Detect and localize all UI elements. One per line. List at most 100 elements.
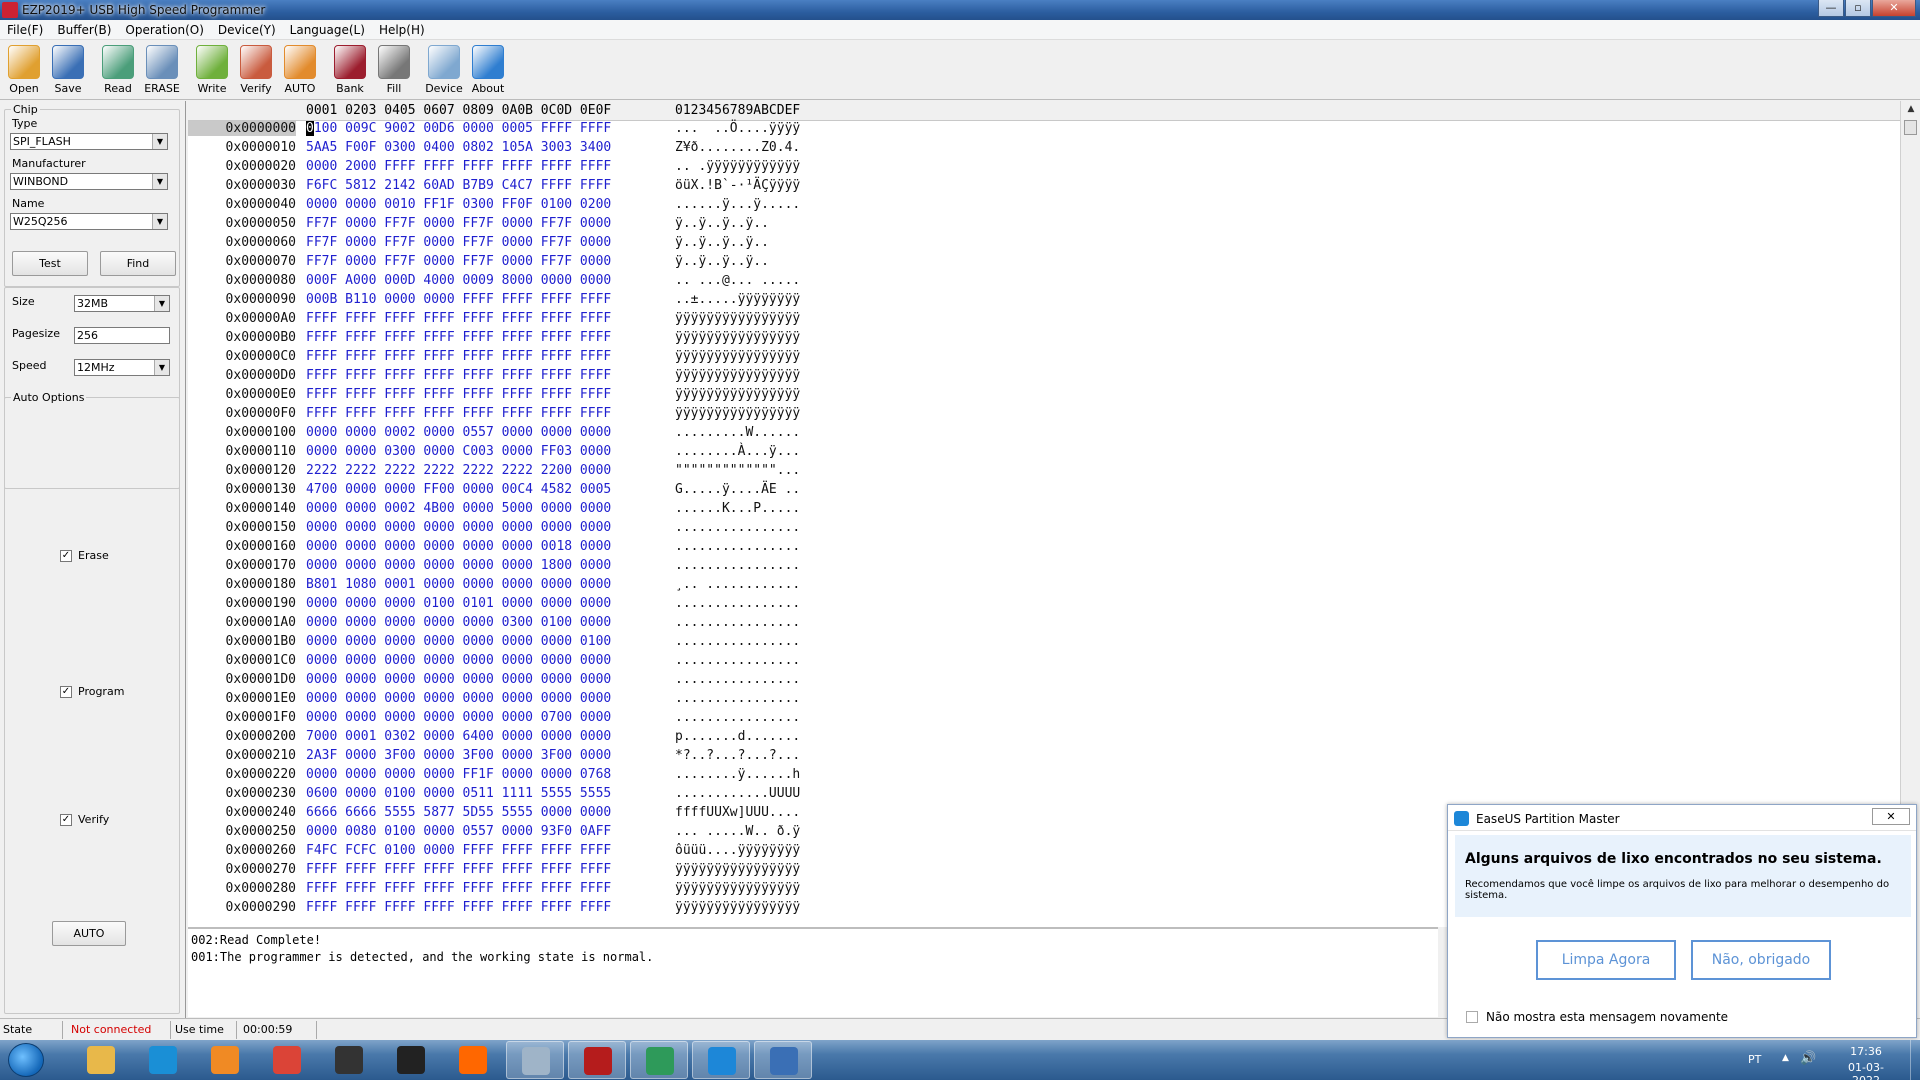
no-thanks-button[interactable]: Não, obrigado: [1691, 940, 1831, 980]
hex-row[interactable]: 0x0000110 0000 0000 0300 0000 C003 0000 F…: [188, 444, 1900, 463]
row-ascii[interactable]: ¸.. ............: [675, 577, 800, 592]
hex-row[interactable]: 0x0000140 0000 0000 0002 4B00 0000 5000 0…: [188, 501, 1900, 520]
row-ascii[interactable]: öüX.!B`-·¹ÄÇÿÿÿÿ: [675, 178, 800, 193]
row-ascii[interactable]: .........W......: [675, 425, 800, 440]
row-hex-bytes[interactable]: 2A3F 0000 3F00 0000 3F00 0000 3F00 0000: [306, 748, 611, 763]
hex-row[interactable]: 0x00001C0 0000 0000 0000 0000 0000 0000 0…: [188, 653, 1900, 672]
row-ascii[interactable]: .. .ÿÿÿÿÿÿÿÿÿÿÿÿ: [675, 159, 800, 174]
taskbar-app[interactable]: [258, 1041, 316, 1079]
maximize-button[interactable]: ▫: [1845, 0, 1871, 17]
hex-row[interactable]: 0x0000190 0000 0000 0000 0100 0101 0000 0…: [188, 596, 1900, 615]
hex-row[interactable]: 0x0000080 000F A000 000D 4000 0009 8000 0…: [188, 273, 1900, 292]
row-ascii[interactable]: ................: [675, 672, 800, 687]
menu-operation[interactable]: Operation(O): [118, 20, 211, 39]
hex-row[interactable]: 0x0000040 0000 0000 0010 FF1F 0300 FF0F 0…: [188, 197, 1900, 216]
taskbar-app[interactable]: [72, 1041, 130, 1079]
row-ascii[interactable]: ... ..Ö....ÿÿÿÿ: [675, 121, 800, 136]
row-ascii[interactable]: ÿÿÿÿÿÿÿÿÿÿÿÿÿÿÿÿ: [675, 881, 800, 896]
hex-row[interactable]: 0x0000120 2222 2222 2222 2222 2222 2222 2…: [188, 463, 1900, 482]
hex-row[interactable]: 0x0000090 000B B110 0000 0000 FFFF FFFF F…: [188, 292, 1900, 311]
row-hex-bytes[interactable]: 0000 0080 0100 0000 0557 0000 93F0 0AFF: [306, 824, 611, 839]
hex-row[interactable]: 0x0000030 F6FC 5812 2142 60AD B7B9 C4C7 F…: [188, 178, 1900, 197]
auto-button[interactable]: AUTO: [52, 921, 126, 946]
hex-row[interactable]: 0x0000050 FF7F 0000 FF7F 0000 FF7F 0000 F…: [188, 216, 1900, 235]
hex-row[interactable]: 0x0000160 0000 0000 0000 0000 0000 0000 0…: [188, 539, 1900, 558]
row-hex-bytes[interactable]: 000F A000 000D 4000 0009 8000 0000 0000: [306, 273, 611, 288]
hex-row[interactable]: 0x0000100 0000 0000 0002 0000 0557 0000 0…: [188, 425, 1900, 444]
row-ascii[interactable]: """""""""""""...: [675, 463, 800, 478]
row-hex-bytes[interactable]: B801 1080 0001 0000 0000 0000 0000 0000: [306, 577, 611, 592]
scroll-thumb[interactable]: [1904, 120, 1917, 135]
row-ascii[interactable]: p.......d.......: [675, 729, 800, 744]
toolbar-device-button[interactable]: Device: [422, 42, 466, 99]
row-hex-bytes[interactable]: 0000 0000 0000 0000 FF1F 0000 0000 0768: [306, 767, 611, 782]
minimize-button[interactable]: —: [1818, 0, 1844, 17]
language-indicator[interactable]: PT: [1748, 1053, 1761, 1080]
size-select[interactable]: 32MB ▼: [74, 295, 170, 312]
hex-row[interactable]: 0x0000200 7000 0001 0302 0000 6400 0000 0…: [188, 729, 1900, 748]
start-button[interactable]: [8, 1043, 44, 1077]
row-ascii[interactable]: Z¥ð........Z0.4.: [675, 140, 800, 155]
row-hex-bytes[interactable]: F4FC FCFC 0100 0000 FFFF FFFF FFFF FFFF: [306, 843, 611, 858]
row-hex-bytes[interactable]: 6666 6666 5555 5877 5D55 5555 0000 0000: [306, 805, 611, 820]
row-hex-bytes[interactable]: 0000 2000 FFFF FFFF FFFF FFFF FFFF FFFF: [306, 159, 611, 174]
hex-row[interactable]: 0x0000060 FF7F 0000 FF7F 0000 FF7F 0000 F…: [188, 235, 1900, 254]
menu-device[interactable]: Device(Y): [211, 20, 283, 39]
row-hex-bytes[interactable]: 0000 0000 0000 0100 0101 0000 0000 0000: [306, 596, 611, 611]
hex-row[interactable]: 0x0000150 0000 0000 0000 0000 0000 0000 0…: [188, 520, 1900, 539]
row-hex-bytes[interactable]: 0000 0000 0002 0000 0557 0000 0000 0000: [306, 425, 611, 440]
row-hex-bytes[interactable]: 2222 2222 2222 2222 2222 2222 2200 0000: [306, 463, 611, 478]
test-button[interactable]: Test: [12, 251, 88, 276]
row-ascii[interactable]: ÿ..ÿ..ÿ..ÿ..: [675, 235, 769, 250]
row-hex-bytes[interactable]: FFFF FFFF FFFF FFFF FFFF FFFF FFFF FFFF: [306, 311, 611, 326]
close-button[interactable]: ✕: [1872, 0, 1916, 17]
row-ascii[interactable]: ffffUUXw]UUU....: [675, 805, 800, 820]
row-ascii[interactable]: G.....ÿ....ÄE ..: [675, 482, 800, 497]
menu-help[interactable]: Help(H): [372, 20, 432, 39]
row-ascii[interactable]: ................: [675, 634, 800, 649]
row-ascii[interactable]: ÿ..ÿ..ÿ..ÿ..: [675, 216, 769, 231]
row-hex-bytes[interactable]: FFFF FFFF FFFF FFFF FFFF FFFF FFFF FFFF: [306, 330, 611, 345]
row-hex-bytes[interactable]: FF7F 0000 FF7F 0000 FF7F 0000 FF7F 0000: [306, 235, 611, 250]
row-ascii[interactable]: ................: [675, 558, 800, 573]
row-ascii[interactable]: ÿÿÿÿÿÿÿÿÿÿÿÿÿÿÿÿ: [675, 311, 800, 326]
row-ascii[interactable]: ................: [675, 653, 800, 668]
taskbar-app[interactable]: [630, 1041, 688, 1079]
row-hex-bytes[interactable]: 0000 0000 0000 0000 0000 0300 0100 0000: [306, 615, 611, 630]
taskbar-app[interactable]: [506, 1041, 564, 1079]
row-hex-bytes[interactable]: FF7F 0000 FF7F 0000 FF7F 0000 FF7F 0000: [306, 216, 611, 231]
row-ascii[interactable]: ................: [675, 539, 800, 554]
hex-row[interactable]: 0x00000C0 FFFF FFFF FFFF FFFF FFFF FFFF F…: [188, 349, 1900, 368]
taskbar-app[interactable]: [134, 1041, 192, 1079]
toolbar-read-button[interactable]: Read: [96, 42, 140, 99]
pagesize-field[interactable]: 256: [74, 327, 170, 344]
hex-row[interactable]: 0x00001F0 0000 0000 0000 0000 0000 0000 0…: [188, 710, 1900, 729]
row-hex-bytes[interactable]: FFFF FFFF FFFF FFFF FFFF FFFF FFFF FFFF: [306, 862, 611, 877]
row-hex-bytes[interactable]: 0000 0000 0000 0000 0000 0000 0018 0000: [306, 539, 611, 554]
toolbar-verify-button[interactable]: Verify: [234, 42, 278, 99]
row-ascii[interactable]: ......K...P.....: [675, 501, 800, 516]
hex-row[interactable]: 0x00000D0 FFFF FFFF FFFF FFFF FFFF FFFF F…: [188, 368, 1900, 387]
scroll-up-icon[interactable]: ▲: [1901, 101, 1920, 118]
clock[interactable]: 17:36 01-03-2022: [1836, 1045, 1896, 1080]
row-ascii[interactable]: ................: [675, 691, 800, 706]
verify-checkbox[interactable]: ✓ Verify: [60, 813, 109, 826]
row-hex-bytes[interactable]: FFFF FFFF FFFF FFFF FFFF FFFF FFFF FFFF: [306, 368, 611, 383]
hex-row[interactable]: 0x0000230 0600 0000 0100 0000 0511 1111 5…: [188, 786, 1900, 805]
row-hex-bytes[interactable]: 0000 0000 0000 0000 0000 0000 0000 0000: [306, 653, 611, 668]
toolbar-bank-button[interactable]: Bank: [328, 42, 372, 99]
row-hex-bytes[interactable]: 7000 0001 0302 0000 6400 0000 0000 0000: [306, 729, 611, 744]
row-ascii[interactable]: .. ...@... .....: [675, 273, 800, 288]
row-ascii[interactable]: ................: [675, 520, 800, 535]
row-hex-bytes[interactable]: 0100 009C 9002 00D6 0000 0005 FFFF FFFF: [306, 121, 611, 136]
clean-now-button[interactable]: Limpa Agora: [1536, 940, 1676, 980]
hex-row[interactable]: 0x00000B0 FFFF FFFF FFFF FFFF FFFF FFFF F…: [188, 330, 1900, 349]
row-ascii[interactable]: ................: [675, 596, 800, 611]
taskbar-app[interactable]: [692, 1041, 750, 1079]
row-hex-bytes[interactable]: FFFF FFFF FFFF FFFF FFFF FFFF FFFF FFFF: [306, 406, 611, 421]
row-ascii[interactable]: ÿÿÿÿÿÿÿÿÿÿÿÿÿÿÿÿ: [675, 406, 800, 421]
taskbar-app[interactable]: [196, 1041, 254, 1079]
row-ascii[interactable]: ........ÿ......h: [675, 767, 800, 782]
show-desktop-button[interactable]: [1910, 1040, 1920, 1080]
hex-row[interactable]: 0x00000A0 FFFF FFFF FFFF FFFF FFFF FFFF F…: [188, 311, 1900, 330]
